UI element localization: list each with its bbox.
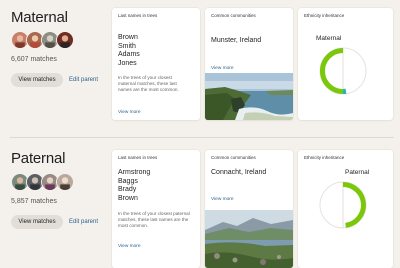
- last-name: Armstrong: [118, 169, 151, 176]
- paternal-view-matches-button[interactable]: View matches: [11, 215, 63, 229]
- maternal-view-matches-button[interactable]: View matches: [11, 73, 63, 87]
- view-more-link[interactable]: View more: [211, 197, 234, 202]
- card-header: Common communities: [211, 13, 256, 18]
- hills-lake-photo: [205, 210, 293, 268]
- community-region: Munster, Ireland: [211, 37, 262, 44]
- paternal-section: Paternal 5,857 matches View matches Edit…: [0, 140, 400, 268]
- maternal-communities-card: Common communities Munster, Ireland View…: [205, 8, 293, 120]
- last-name: Baggs: [118, 177, 138, 185]
- maternal-last-names-card: Last names in trees Brown Smith Adams Jo…: [112, 8, 200, 120]
- view-more-link[interactable]: View more: [211, 66, 234, 71]
- maternal-ethnicity-card: Ethnicity inheritance Maternal: [298, 8, 393, 120]
- last-name: Adams: [118, 51, 140, 58]
- paternal-communities-card: Common communities Connacht, Ireland Vie…: [205, 150, 293, 268]
- donut-arc: [320, 48, 346, 94]
- maternal-ethnicity-donut: [319, 47, 367, 95]
- avatar[interactable]: [56, 31, 74, 49]
- last-name: Brown: [118, 34, 138, 41]
- paternal-edit-parent-link[interactable]: Edit parent: [69, 219, 98, 225]
- paternal-ethnicity-donut: [319, 181, 367, 229]
- last-name: Brown: [118, 194, 138, 202]
- maternal-section: Maternal 6,607 matches View matches Edit…: [0, 0, 400, 136]
- ethnicity-label: Paternal: [345, 169, 370, 176]
- last-name: Jones: [118, 59, 137, 67]
- maternal-title: Maternal: [11, 9, 68, 26]
- last-names-list: Brown Smith Adams Jones: [118, 34, 140, 68]
- maternal-avatars: [11, 31, 74, 49]
- last-names-description: In the trees of your closest paternal ma…: [118, 211, 190, 228]
- avatar[interactable]: [56, 173, 74, 191]
- donut-arc: [342, 182, 366, 228]
- paternal-match-count: 5,857 matches: [11, 198, 57, 205]
- last-names-list: Armstrong Baggs Brady Brown: [118, 169, 150, 203]
- paternal-ethnicity-card: Ethnicity inheritance Paternal: [298, 150, 393, 268]
- last-names-description: In the trees of your closest maternal ma…: [118, 75, 179, 92]
- last-name: Smith: [118, 42, 136, 50]
- card-header: Common communities: [211, 155, 256, 160]
- coastal-cliffs-photo: [205, 73, 293, 120]
- card-header: Ethnicity inheritance: [304, 13, 345, 18]
- card-header: Last names in trees: [118, 13, 158, 18]
- section-divider: [10, 137, 394, 138]
- last-name: Brady: [118, 186, 137, 193]
- paternal-avatars: [11, 173, 74, 191]
- maternal-match-count: 6,607 matches: [11, 56, 57, 63]
- view-more-link[interactable]: View more: [118, 110, 141, 115]
- card-header: Last names in trees: [118, 155, 158, 160]
- paternal-title: Paternal: [11, 150, 66, 167]
- community-region: Connacht, Ireland: [211, 169, 267, 176]
- maternal-edit-parent-link[interactable]: Edit parent: [69, 77, 98, 83]
- paternal-last-names-card: Last names in trees Armstrong Baggs Brad…: [112, 150, 200, 268]
- card-header: Ethnicity inheritance: [304, 155, 345, 160]
- view-more-link[interactable]: View more: [118, 244, 141, 249]
- ethnicity-label: Maternal: [316, 35, 342, 42]
